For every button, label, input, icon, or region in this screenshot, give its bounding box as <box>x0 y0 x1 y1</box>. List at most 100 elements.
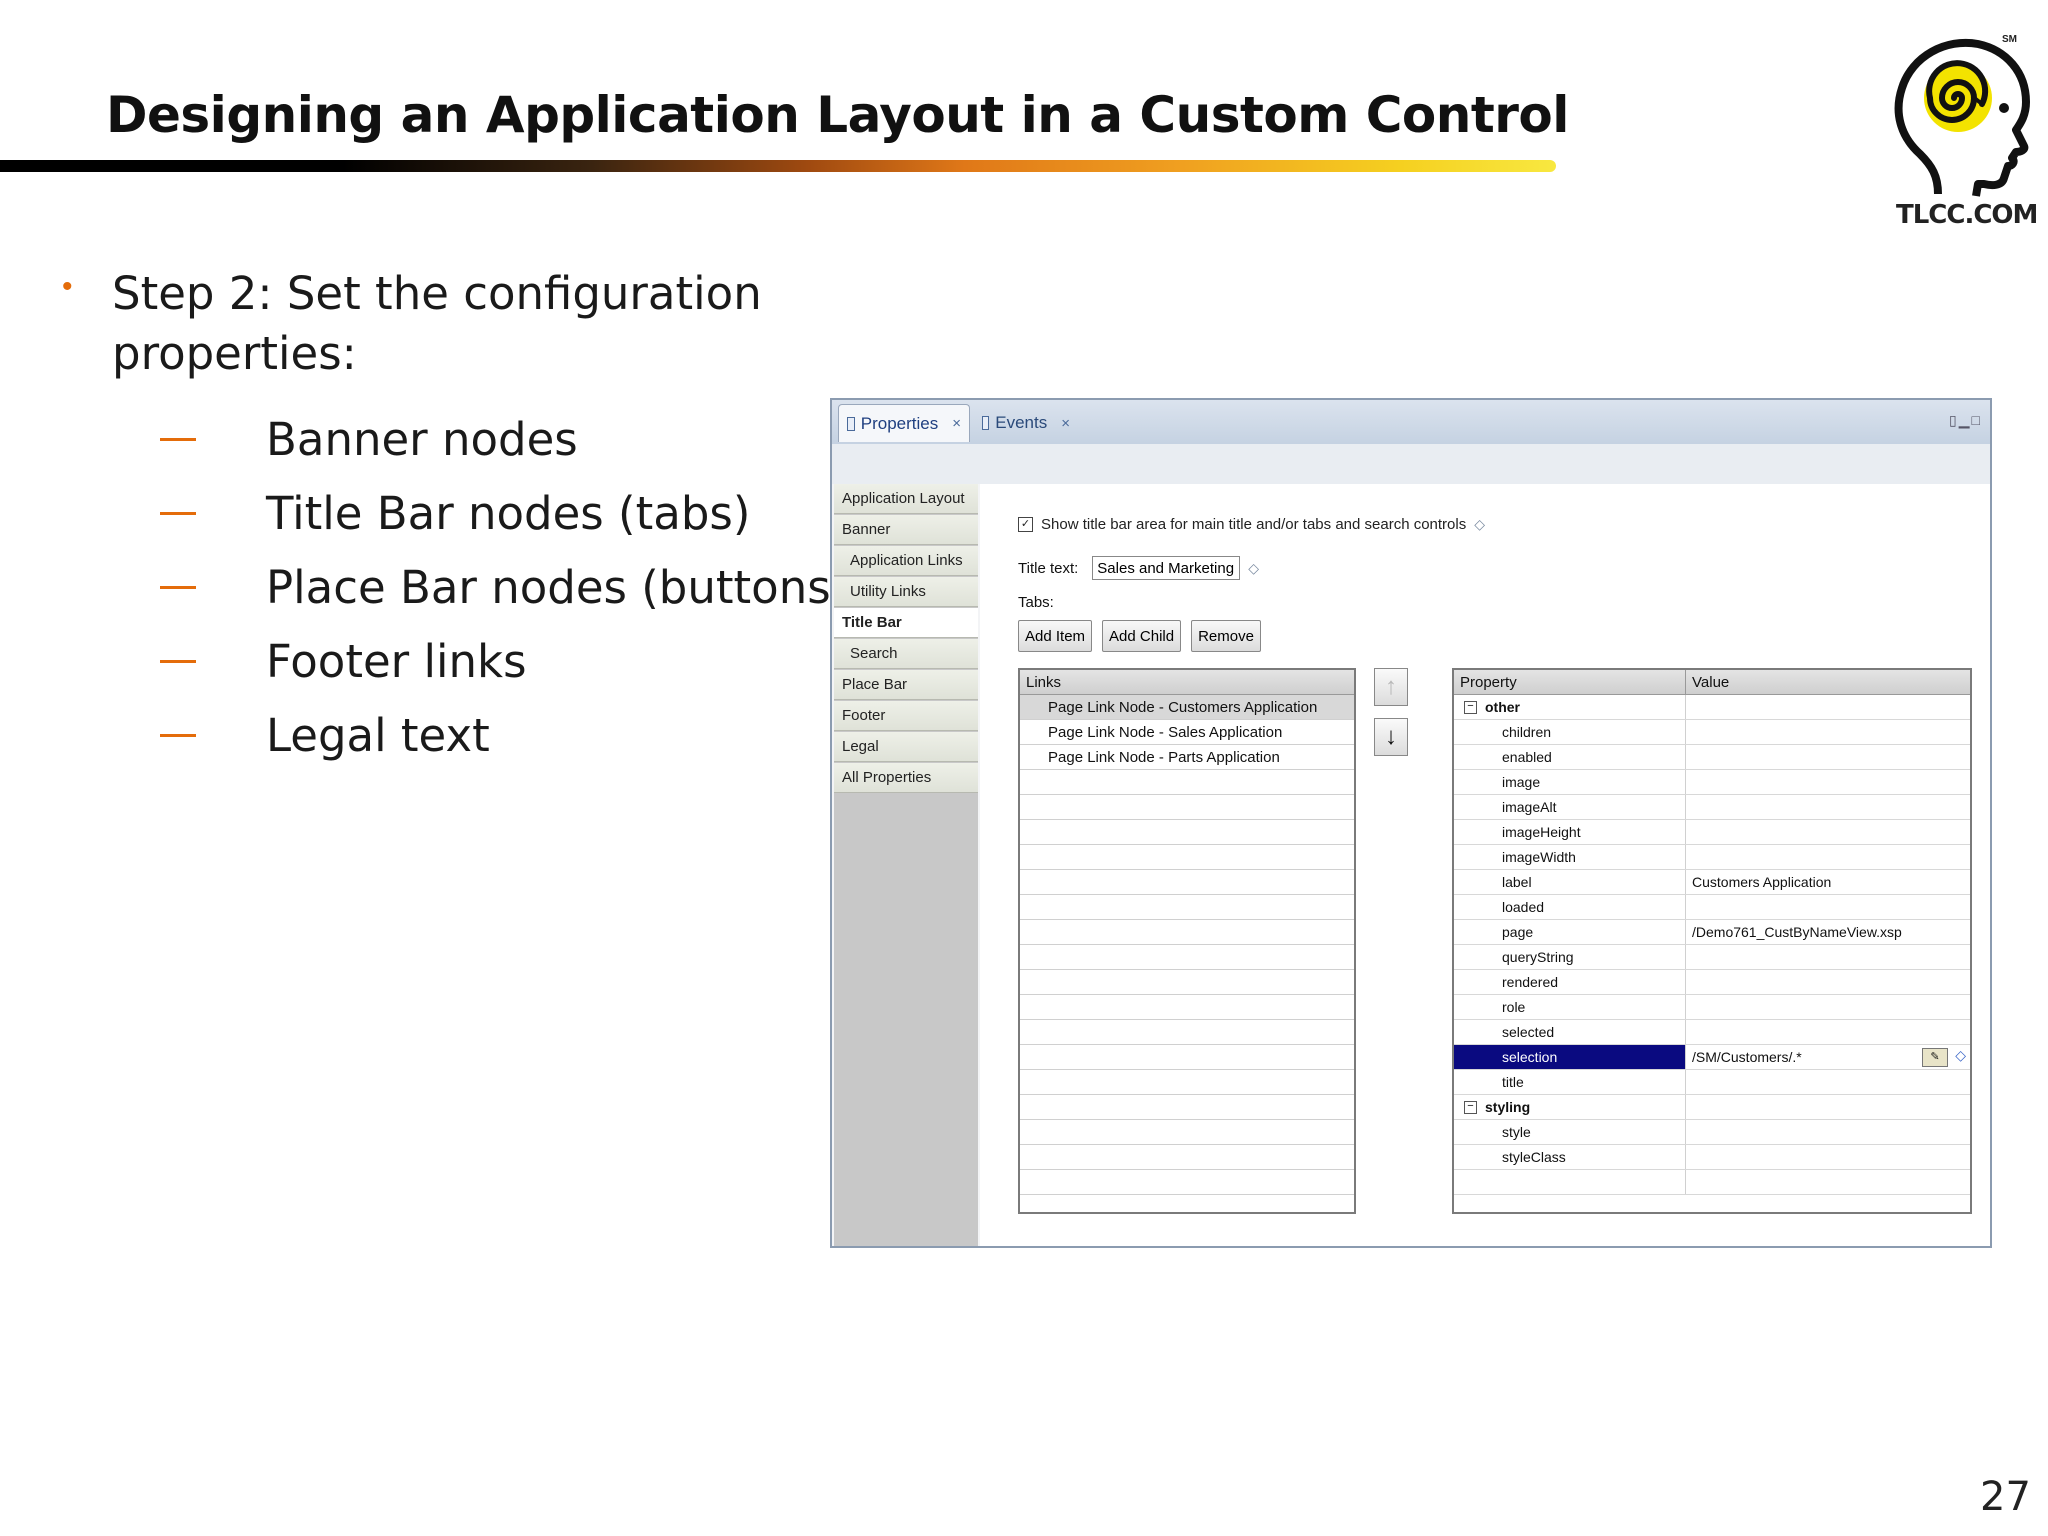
property-value[interactable] <box>1686 1120 1970 1144</box>
add-item-button[interactable]: Add Item <box>1018 620 1093 652</box>
property-value[interactable]: /SM/Customers/.* <box>1692 1049 1802 1065</box>
close-icon[interactable]: × <box>1061 415 1070 432</box>
links-table: Links Page Link Node - Customers Applica… <box>1018 668 1356 1214</box>
header-value: Value <box>1692 673 1730 691</box>
property-value[interactable] <box>1686 820 1970 844</box>
maximize-icon[interactable]: □ <box>1972 412 1982 428</box>
edit-icon[interactable]: ✎ <box>1922 1048 1948 1067</box>
move-down-button[interactable]: ↓ <box>1374 718 1408 756</box>
empty-row <box>1020 770 1354 795</box>
nav-item-all-properties[interactable]: All Properties <box>834 763 978 793</box>
sub-item-label: Place Bar nodes (buttons) <box>266 560 849 614</box>
nav-item-application-links[interactable]: Application Links <box>834 546 978 576</box>
empty-row <box>1020 1195 1354 1212</box>
group-row-styling[interactable]: − styling <box>1454 1095 1970 1120</box>
compute-diamond-icon[interactable]: ◇ <box>1955 1047 1966 1064</box>
minimize-icon[interactable]: ▁ <box>1959 412 1972 428</box>
property-name: children <box>1454 720 1686 744</box>
show-title-bar-checkbox[interactable]: ✓ <box>1018 517 1033 532</box>
slide-title: Designing an Application Layout in a Cus… <box>106 86 1569 144</box>
dash-icon <box>160 437 196 441</box>
property-value[interactable]: Customers Application <box>1686 870 1970 894</box>
property-value[interactable] <box>1686 720 1970 744</box>
property-value[interactable] <box>1686 995 1970 1019</box>
step-text: Step 2: Set the configuration properties… <box>112 267 762 380</box>
links-header: Links <box>1020 670 1354 695</box>
view-controls[interactable]: ▯▁□ <box>1949 412 1982 429</box>
properties-icon <box>847 416 855 431</box>
table-row[interactable]: selected <box>1454 1020 1970 1045</box>
nav-item-place-bar[interactable]: Place Bar <box>834 670 978 700</box>
title-bar-content: ✓ Show title bar area for main title and… <box>980 484 1990 1246</box>
table-row[interactable]: enabled <box>1454 745 1970 770</box>
empty-row <box>1020 920 1354 945</box>
property-value[interactable] <box>1686 770 1970 794</box>
add-child-button[interactable]: Add Child <box>1102 620 1182 652</box>
collapse-icon[interactable]: − <box>1464 700 1477 714</box>
nav-item-search[interactable]: Search <box>834 639 978 669</box>
table-row[interactable]: styleClass <box>1454 1145 1970 1170</box>
tab-events[interactable]: Events × <box>974 404 1078 442</box>
property-value[interactable] <box>1686 1145 1970 1169</box>
sub-item-label: Footer links <box>266 634 527 688</box>
table-row[interactable]: Page Link Node - Parts Application <box>1020 745 1354 770</box>
move-up-button[interactable]: ↑ <box>1374 668 1408 706</box>
property-name: loaded <box>1454 895 1686 919</box>
nav-item-legal[interactable]: Legal <box>834 732 978 762</box>
table-row-selected[interactable]: selection /SM/Customers/.* ✎ ◇ <box>1454 1045 1970 1070</box>
tabs-button-row: Add Item Add Child Remove <box>1018 620 1261 652</box>
header-property: Property <box>1454 670 1686 694</box>
property-name: enabled <box>1454 745 1686 769</box>
table-row[interactable]: Page Link Node - Sales Application <box>1020 720 1354 745</box>
table-row[interactable]: loaded <box>1454 895 1970 920</box>
view-menu-icon[interactable]: ▯ <box>1949 412 1959 428</box>
nav-item-title-bar[interactable]: Title Bar <box>834 608 978 638</box>
panel-subbar <box>832 444 1990 484</box>
tabs-label: Tabs: <box>1018 594 1054 611</box>
property-value[interactable] <box>1686 895 1970 919</box>
table-row[interactable]: label Customers Application <box>1454 870 1970 895</box>
compute-diamond-icon[interactable]: ◇ <box>1248 560 1259 577</box>
table-row[interactable]: imageAlt <box>1454 795 1970 820</box>
property-value[interactable] <box>1686 845 1970 869</box>
property-value[interactable] <box>1686 1070 1970 1094</box>
property-value[interactable] <box>1686 1020 1970 1044</box>
property-name: imageWidth <box>1454 845 1686 869</box>
table-row[interactable]: imageWidth <box>1454 845 1970 870</box>
empty-row <box>1020 820 1354 845</box>
property-name: selected <box>1454 1020 1686 1044</box>
property-value[interactable] <box>1686 970 1970 994</box>
table-row[interactable]: imageHeight <box>1454 820 1970 845</box>
remove-button[interactable]: Remove <box>1191 620 1261 652</box>
collapse-icon[interactable]: − <box>1464 1100 1477 1114</box>
nav-item-footer[interactable]: Footer <box>834 701 978 731</box>
table-row[interactable]: image <box>1454 770 1970 795</box>
nav-item-application-layout[interactable]: Application Layout <box>834 484 978 514</box>
table-row[interactable]: style <box>1454 1120 1970 1145</box>
property-value[interactable] <box>1686 745 1970 769</box>
property-value-cell[interactable]: /SM/Customers/.* ✎ ◇ <box>1686 1045 1970 1069</box>
nav-item-utility-links[interactable]: Utility Links <box>834 577 978 607</box>
table-row[interactable]: children <box>1454 720 1970 745</box>
tab-properties[interactable]: Properties × <box>838 404 970 442</box>
table-row[interactable]: title <box>1454 1070 1970 1095</box>
group-row-other[interactable]: − other <box>1454 695 1970 720</box>
table-row[interactable]: role <box>1454 995 1970 1020</box>
table-row[interactable]: queryString <box>1454 945 1970 970</box>
close-icon[interactable]: × <box>952 415 961 432</box>
nav-item-banner[interactable]: Banner <box>834 515 978 545</box>
table-row[interactable]: rendered <box>1454 970 1970 995</box>
title-rule <box>0 160 1556 172</box>
property-name: title <box>1454 1070 1686 1094</box>
title-text-input[interactable] <box>1092 556 1241 580</box>
property-name: styleClass <box>1454 1145 1686 1169</box>
property-name: role <box>1454 995 1686 1019</box>
property-value[interactable] <box>1686 945 1970 969</box>
events-icon <box>982 416 990 430</box>
property-value[interactable] <box>1686 795 1970 819</box>
table-row[interactable]: page/Demo761_CustByNameView.xsp <box>1454 920 1970 945</box>
property-value[interactable]: /Demo761_CustByNameView.xsp <box>1686 920 1970 944</box>
sub-item: Place Bar nodes (buttons) <box>160 550 848 624</box>
table-row[interactable]: Page Link Node - Customers Application <box>1020 695 1354 720</box>
compute-diamond-icon[interactable]: ◇ <box>1474 516 1485 533</box>
